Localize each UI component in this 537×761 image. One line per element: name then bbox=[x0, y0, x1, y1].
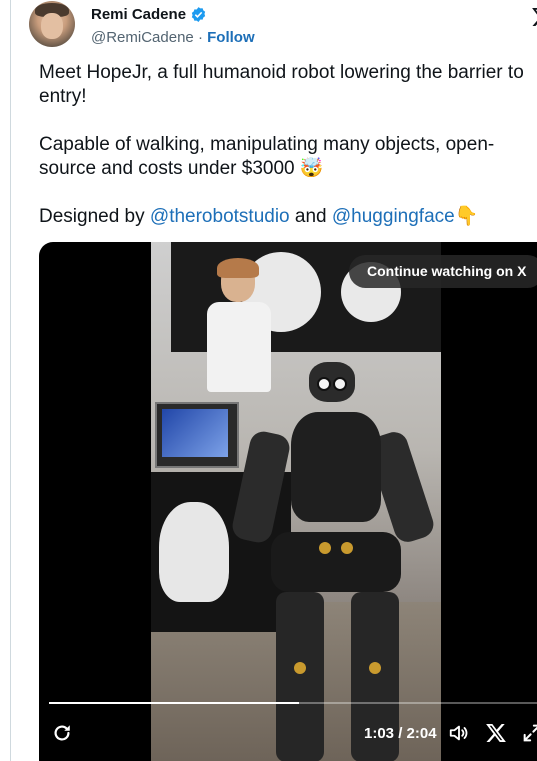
x-logo-icon[interactable] bbox=[485, 722, 507, 744]
robot-joint bbox=[294, 662, 306, 674]
pointing-down-emoji: 👇 bbox=[454, 206, 479, 227]
author-name[interactable]: Remi Cadene bbox=[91, 6, 186, 23]
continue-watching-button[interactable]: Continue watching on X bbox=[349, 255, 537, 288]
robot-joint bbox=[319, 542, 331, 554]
robot-hips bbox=[271, 532, 401, 592]
time-current: 1:03 bbox=[364, 725, 395, 742]
author-handle-row: @RemiCadene · Follow bbox=[91, 29, 255, 46]
tweet-paragraph-text: Capable of walking, manipulating many ob… bbox=[39, 134, 495, 179]
avatar-face bbox=[41, 13, 63, 39]
robot-torso bbox=[291, 412, 381, 522]
follow-button[interactable]: Follow bbox=[207, 29, 255, 46]
time-total: 2:04 bbox=[406, 725, 437, 742]
author-name-row: Remi Cadene bbox=[91, 6, 207, 23]
robot-head bbox=[309, 362, 355, 402]
volume-icon[interactable] bbox=[448, 722, 470, 744]
robot-joint bbox=[369, 662, 381, 674]
mention-link-therobotstudio[interactable]: @therobotstudio bbox=[150, 206, 290, 227]
scene-table-logo bbox=[159, 502, 229, 602]
scene-person-hair bbox=[217, 258, 259, 278]
robot-eye bbox=[317, 377, 331, 391]
tweet-card: Remi Cadene @RemiCadene · Follow Meet Ho… bbox=[10, 0, 537, 761]
x-logo-icon[interactable] bbox=[531, 6, 537, 28]
video-progress-bar[interactable] bbox=[49, 702, 537, 704]
video-controls: 1:03 / 2:04 bbox=[39, 716, 537, 756]
time-separator: / bbox=[394, 725, 407, 742]
designed-by-text: Designed by bbox=[39, 206, 150, 227]
verified-badge-icon bbox=[191, 7, 206, 22]
tweet-paragraph: Capable of walking, manipulating many ob… bbox=[39, 133, 537, 181]
author-handle[interactable]: @RemiCadene bbox=[91, 29, 194, 46]
tweet-paragraph: Meet HopeJr, a full humanoid robot lower… bbox=[39, 62, 524, 107]
video-frame[interactable] bbox=[151, 242, 441, 761]
tweet-text: Meet HopeJr, a full humanoid robot lower… bbox=[39, 61, 537, 253]
video-progress-fill bbox=[49, 702, 300, 704]
robot-joint bbox=[341, 542, 353, 554]
robot-eye bbox=[333, 377, 347, 391]
avatar[interactable] bbox=[29, 1, 75, 47]
and-text: and bbox=[289, 206, 332, 227]
replay-icon[interactable] bbox=[51, 722, 73, 744]
mention-link-huggingface[interactable]: @huggingface bbox=[332, 206, 455, 227]
expand-icon[interactable] bbox=[521, 722, 537, 744]
exploding-head-emoji: 🤯 bbox=[299, 158, 324, 179]
separator-dot: · bbox=[197, 29, 203, 46]
video-player[interactable]: Continue watching on X 1:03 / 2:04 bbox=[39, 242, 537, 761]
tweet-paragraph: Designed by @therobotstudio and @hugging… bbox=[39, 205, 537, 229]
video-timecode: 1:03 / 2:04 bbox=[364, 725, 437, 742]
